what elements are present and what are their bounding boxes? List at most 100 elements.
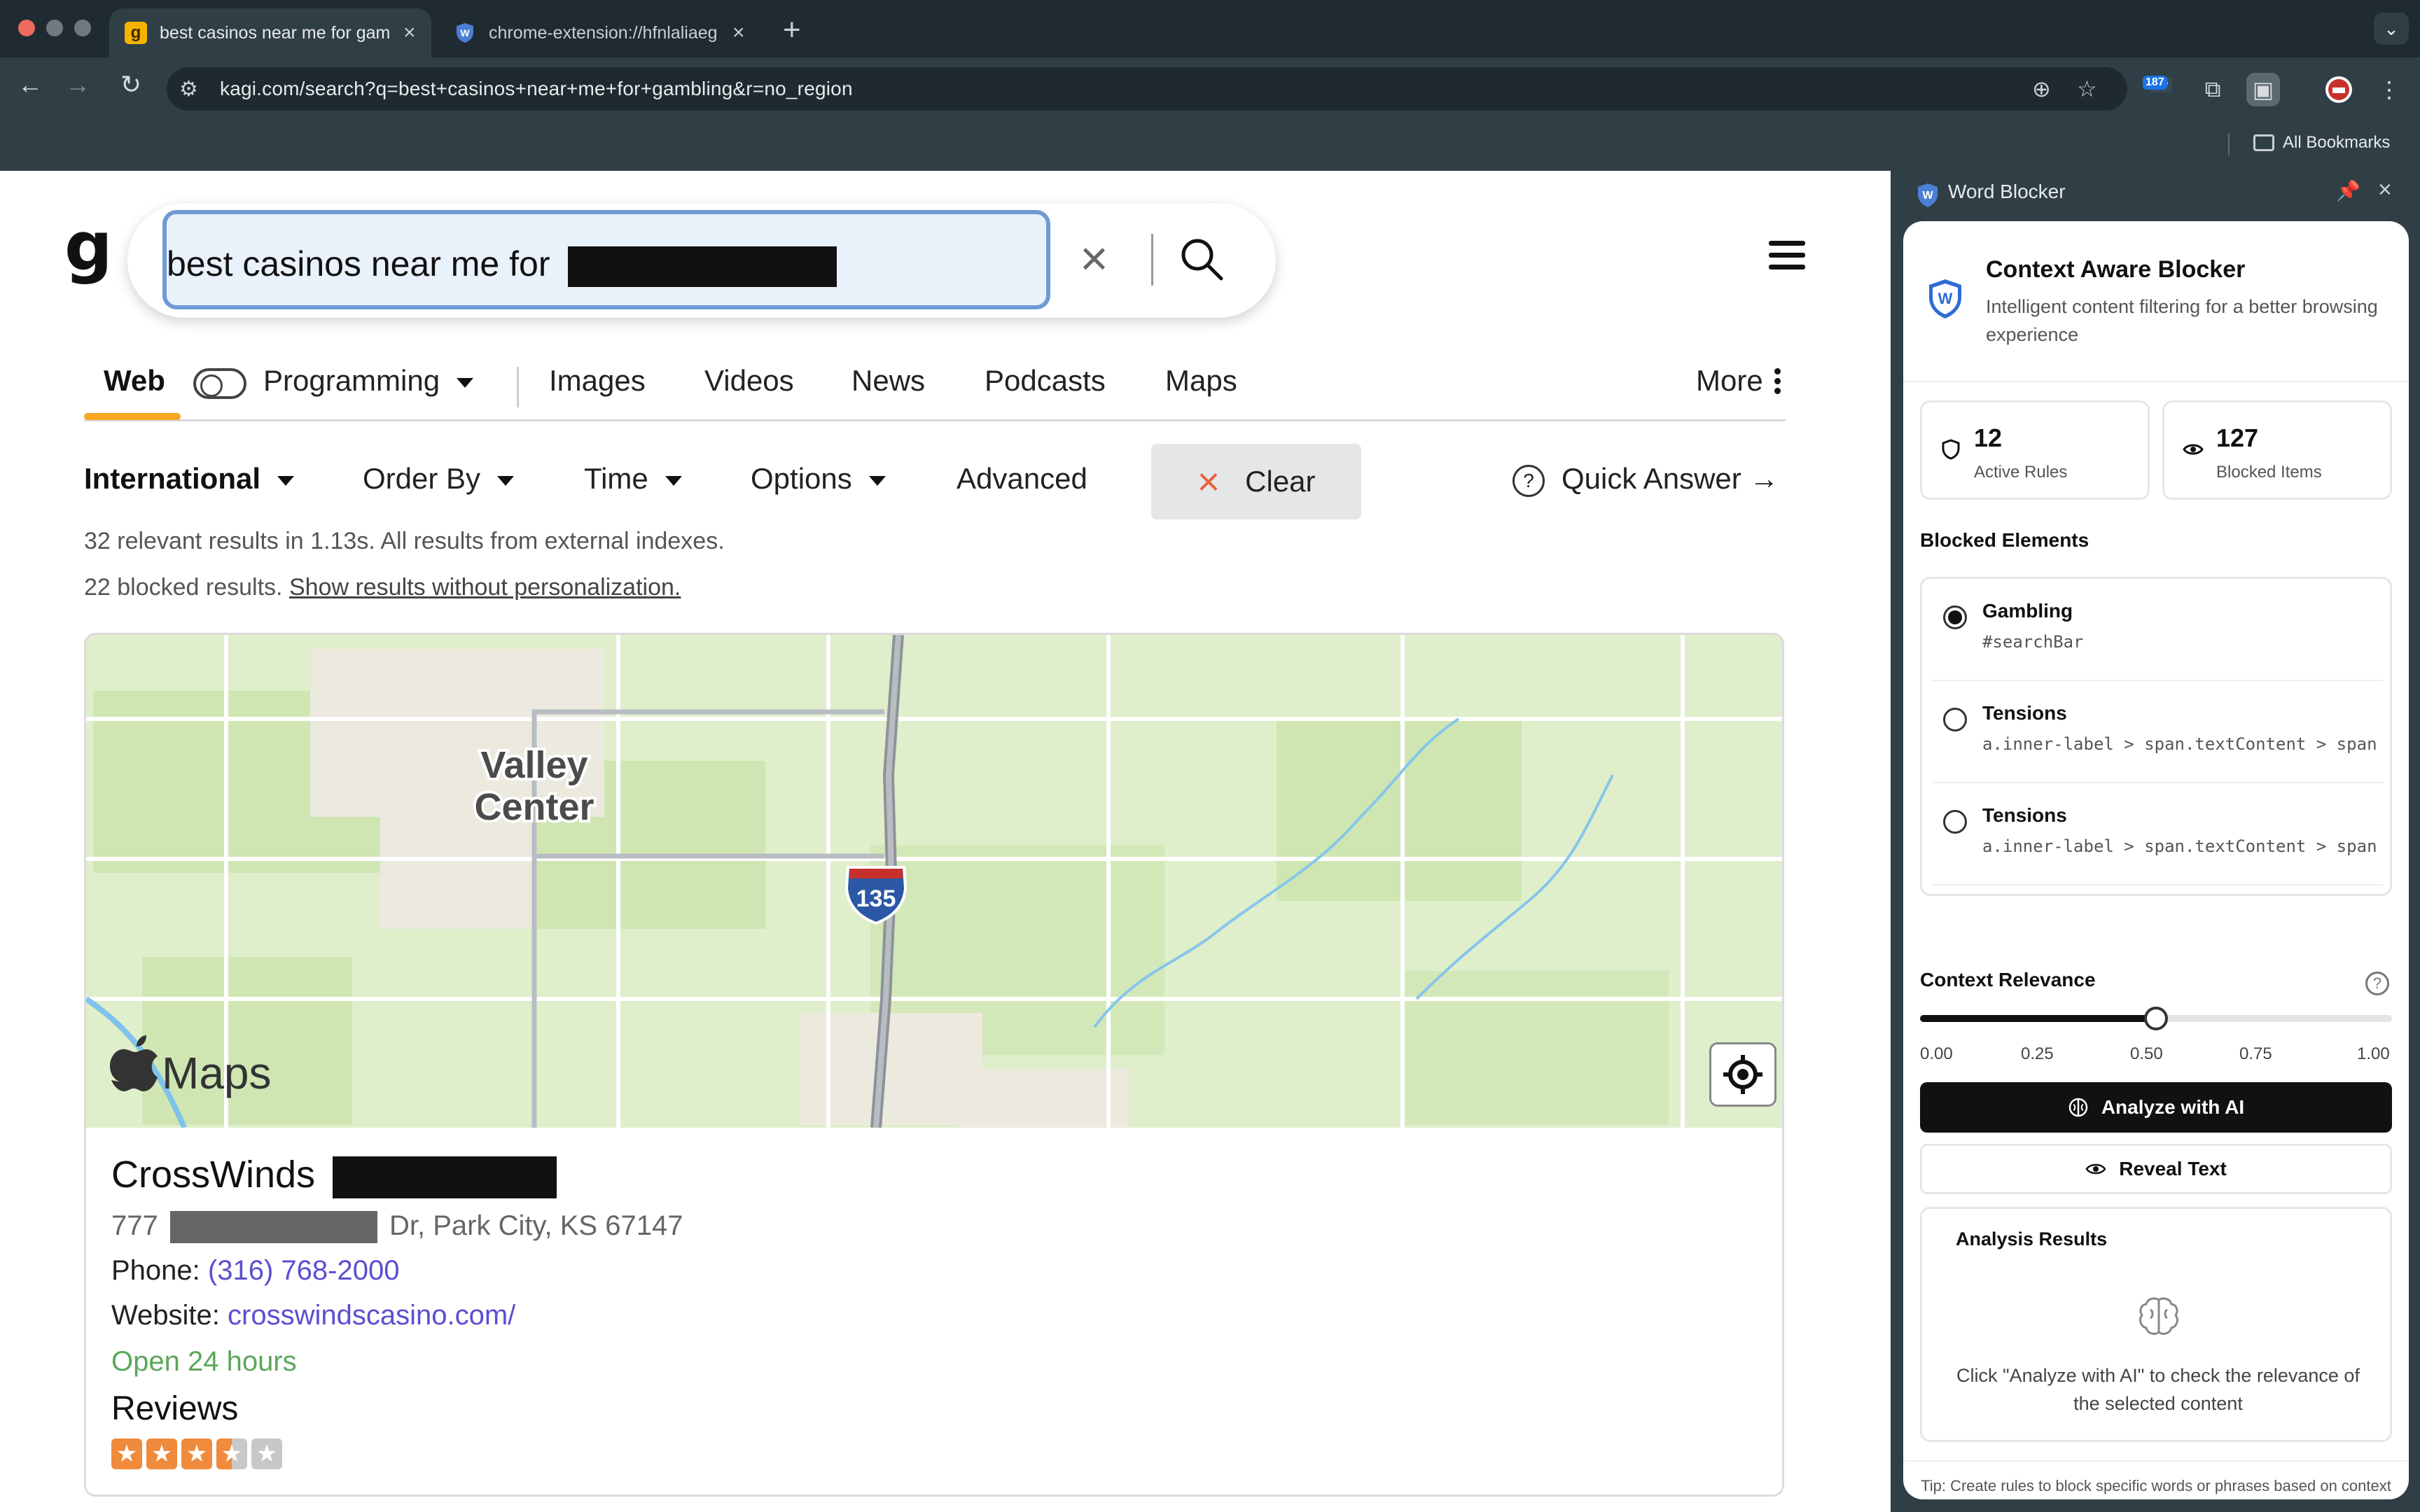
radio-selected[interactable] — [1943, 606, 1967, 629]
tab-podcasts[interactable]: Podcasts — [985, 364, 1106, 398]
reveal-text-button[interactable]: Reveal Text — [1920, 1144, 2392, 1194]
time-filter[interactable]: Time — [584, 462, 682, 496]
locate-me-button[interactable] — [1709, 1042, 1776, 1107]
profile-avatar[interactable] — [2322, 73, 2356, 106]
side-panel-header: W Word Blocker 📌 × — [1891, 171, 2420, 220]
address-suffix: Dr, Park City, KS 67147 — [389, 1210, 683, 1241]
tab-close-icon[interactable]: × — [732, 21, 745, 45]
phone-label: Phone: — [111, 1255, 200, 1286]
extension-badge: 187 — [2143, 76, 2167, 90]
tab-programming[interactable]: Programming — [263, 364, 474, 398]
svg-text:W: W — [1922, 190, 1933, 202]
blocked-items-stat: 127 Blocked Items — [2162, 400, 2392, 500]
relevance-slider[interactable] — [1920, 1007, 2392, 1030]
address-bar[interactable]: ⚙ kagi.com/search?q=best+casinos+near+me… — [167, 67, 2127, 111]
address-prefix: 777 — [111, 1210, 158, 1241]
search-bar: best casinos near me for × — [127, 203, 1276, 318]
dropdown-caret-icon — [868, 475, 886, 486]
blocked-element-item[interactable]: Tensions a.inner-label > span.textConten… — [1932, 681, 2383, 783]
dropdown-caret-icon — [665, 475, 682, 486]
star-icon: ★ — [251, 1438, 282, 1469]
side-panel-toggle-icon[interactable]: ▣ — [2246, 73, 2280, 106]
region-filter[interactable]: International — [84, 462, 295, 496]
radio-unselected[interactable] — [1943, 708, 1967, 732]
close-panel-icon[interactable]: × — [2378, 176, 2392, 204]
clear-x-icon: × — [1197, 459, 1221, 503]
advanced-filter[interactable]: Advanced — [957, 462, 1087, 496]
all-bookmarks-button[interactable]: All Bookmarks — [2253, 133, 2390, 153]
reload-icon[interactable]: ↻ — [113, 70, 148, 99]
lens-toggle[interactable] — [193, 368, 246, 399]
word-blocker-app: W Context Aware Blocker Intelligent cont… — [1903, 221, 2409, 1499]
map-view[interactable]: 135 Valley Center Maps — [86, 635, 1784, 1128]
analysis-results-box: Analysis Results Click "Analyze with AI"… — [1920, 1207, 2392, 1442]
tab-web[interactable]: Web — [104, 364, 165, 398]
phone-link[interactable]: (316) 768-2000 — [208, 1255, 400, 1286]
all-bookmarks-label: All Bookmarks — [2283, 133, 2391, 152]
app-header: W Context Aware Blocker Intelligent cont… — [1903, 221, 2409, 382]
tab-maps[interactable]: Maps — [1165, 364, 1237, 398]
redaction-block — [169, 1211, 377, 1244]
search-input[interactable]: best casinos near me for — [162, 210, 1050, 309]
clear-filters-button[interactable]: × Clear — [1151, 444, 1361, 519]
browser-toolbar: ← → ↻ ⚙ kagi.com/search?q=best+casinos+n… — [0, 57, 2420, 120]
window-minimize-button[interactable] — [46, 20, 63, 36]
business-name[interactable]: CrossWinds — [111, 1153, 557, 1198]
browser-tab-extension[interactable]: W chrome-extension://hfnlaliaeg × — [438, 8, 760, 57]
crosshair-icon — [1723, 1055, 1762, 1094]
blocked-element-item[interactable]: Gambling #searchBar — [1932, 579, 2383, 681]
window-maximize-button[interactable] — [74, 20, 91, 36]
bookmarks-separator — [2228, 133, 2230, 155]
bookmark-star-icon[interactable]: ☆ — [2077, 76, 2097, 102]
blocked-results-text: 22 blocked results. Show results without… — [84, 574, 681, 601]
business-phone: Phone: (316) 768-2000 — [111, 1255, 399, 1287]
quick-answer-button[interactable]: ? Quick Answer → — [1512, 462, 1779, 497]
tabs-separator — [517, 367, 519, 407]
tab-search-chevron-icon[interactable]: ⌄ — [2374, 13, 2409, 45]
element-selector: a.inner-label > span.textContent > span — [1982, 734, 2377, 754]
eye-icon — [2183, 444, 2204, 455]
zoom-icon[interactable]: ⊕ — [2032, 76, 2051, 102]
browser-tab-kagi[interactable]: g best casinos near me for gam × — [109, 8, 431, 57]
eye-icon — [2085, 1163, 2106, 1175]
browser-menu-kebab-icon[interactable]: ⋮ — [2372, 73, 2406, 106]
business-address: 777 Dr, Park City, KS 67147 — [111, 1210, 683, 1244]
show-without-personalization-link[interactable]: Show results without personalization. — [289, 574, 681, 601]
back-arrow-icon[interactable]: ← — [13, 70, 48, 99]
tab-videos[interactable]: Videos — [704, 364, 794, 398]
tab-images[interactable]: Images — [549, 364, 646, 398]
window-close-button[interactable] — [18, 20, 35, 36]
tab-news[interactable]: News — [851, 364, 925, 398]
main-menu-hamburger-icon[interactable] — [1769, 241, 1805, 276]
url-text[interactable]: kagi.com/search?q=best+casinos+near+me+f… — [220, 78, 853, 100]
radio-unselected[interactable] — [1943, 810, 1967, 834]
slider-thumb[interactable] — [2144, 1007, 2168, 1030]
search-magnifier-icon[interactable] — [1178, 235, 1227, 284]
more-kebab-icon — [1774, 368, 1781, 398]
order-by-filter[interactable]: Order By — [363, 462, 515, 496]
help-question-icon[interactable]: ? — [2365, 972, 2389, 995]
slider-tick-label: 0.75 — [2239, 1044, 2272, 1063]
website-link[interactable]: crosswindscasino.com/ — [228, 1300, 515, 1331]
extensions-puzzle-icon[interactable]: ⧉ — [2196, 73, 2230, 106]
tab-more[interactable]: More — [1696, 364, 1781, 398]
folder-icon — [2253, 134, 2274, 151]
time-filter-label: Time — [584, 462, 648, 495]
pin-icon[interactable]: 📌 — [2336, 179, 2360, 202]
context-relevance-title: Context Relevance — [1920, 969, 2096, 990]
site-settings-icon[interactable]: ⚙ — [179, 77, 198, 102]
forward-arrow-icon[interactable]: → — [60, 70, 95, 99]
options-filter[interactable]: Options — [751, 462, 886, 496]
blocked-elements-list: Gambling #searchBar Tensions a.inner-lab… — [1920, 577, 2392, 896]
tab-close-icon[interactable]: × — [403, 21, 416, 45]
blocked-element-item[interactable]: Tensions a.inner-label > span.textConten… — [1932, 783, 2383, 886]
clear-search-x-icon[interactable]: × — [1080, 234, 1108, 283]
analyze-with-ai-button[interactable]: Analyze with AI — [1920, 1082, 2392, 1133]
kagi-logo[interactable]: g — [64, 213, 113, 280]
reveal-label: Reveal Text — [2119, 1158, 2227, 1180]
map-place-label: Valley — [480, 744, 587, 786]
question-circle-icon: ? — [1512, 464, 1545, 497]
new-tab-plus-icon[interactable]: + — [783, 13, 801, 48]
blocked-elements-title: Blocked Elements — [1920, 529, 2089, 551]
opening-hours: Open 24 hours — [111, 1346, 297, 1377]
